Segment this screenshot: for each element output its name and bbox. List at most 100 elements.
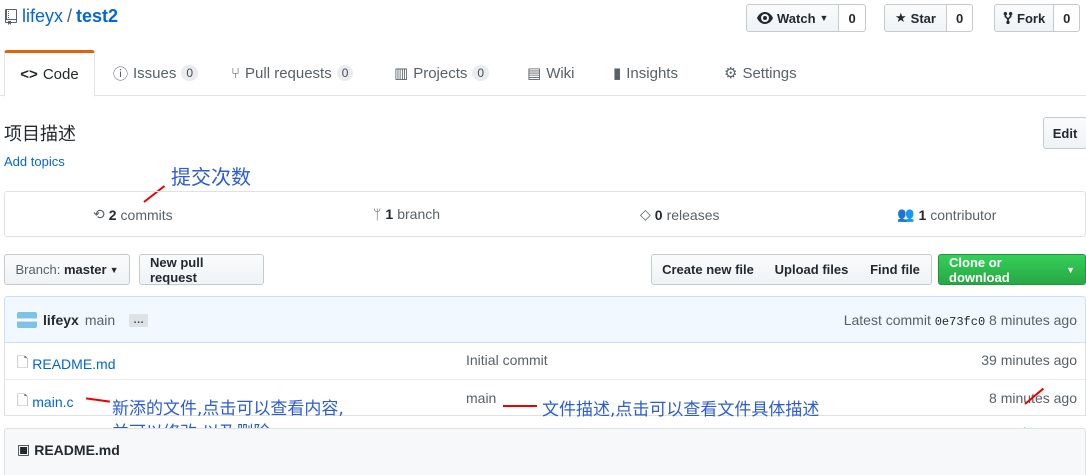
latest-commit-label: Latest commit [843,312,931,328]
branches-summary-link[interactable]: ᛘ 1 branch [373,206,440,222]
latest-commit-bar: lifeyx main … Latest commit 0e73fc0 8 mi… [4,296,1086,343]
annotation-file-line1: 新添的文件,点击可以查看内容, [112,399,344,419]
contributors-label: contributor [930,206,997,223]
caret-down-icon: ▼ [819,13,829,23]
tab-projects-label: Projects [413,64,468,82]
fork-group: Fork 0 [994,4,1081,32]
latest-commit-info: Latest commit 0e73fc0 8 minutes ago [844,312,1077,329]
repo-title: lifeyx / test2 [4,6,118,27]
star-button[interactable]: ★ Star [884,4,947,32]
tab-projects[interactable]: ▥ Projects 0 [394,50,490,96]
file-link[interactable]: README.md [32,356,115,372]
find-file-button[interactable]: Find file [859,254,932,285]
branch-name: master [63,262,107,277]
annotation-description: 文件描述,点击可以查看文件具体描述 [542,400,820,420]
repo-icon [5,8,17,25]
caret-down-icon: ▼ [1066,264,1075,275]
fork-count[interactable]: 0 [1054,4,1081,32]
project-icon: ▥ [394,65,409,82]
tab-settings[interactable]: ⚙ Settings [724,50,797,96]
commits-label: commits [120,206,173,223]
create-new-file-button[interactable]: Create new file [651,254,765,285]
latest-commit-age: 8 minutes ago [989,312,1077,328]
contributors-summary-link[interactable]: 👥 1 contributor [897,206,996,223]
branches-count: 1 [385,206,394,222]
annotation-commits: 提交次数 [171,165,251,189]
commits-count: 2 [108,206,117,223]
tab-wiki-label: Wiki [546,64,575,82]
fork-button[interactable]: Fork [994,4,1055,32]
releases-summary-link[interactable]: ◇ 0 releases [640,206,720,223]
gear-icon: ⚙ [724,65,738,82]
clone-download-button[interactable]: Clone or download ▼ [938,254,1086,285]
tab-pull-requests-label: Pull requests [245,64,332,82]
file-commit-message[interactable]: main [466,390,496,406]
tab-pull-requests[interactable]: ⑂ Pull requests 0 [231,50,354,96]
book-icon: ▤ [527,65,542,82]
tab-code[interactable]: <> Code [4,50,95,97]
new-pull-request-button[interactable]: New pull request [139,254,264,285]
tab-wiki[interactable]: ▤ Wiki [527,50,575,96]
repo-name-link[interactable]: test2 [76,6,118,27]
pull-request-icon: ⑂ [231,64,241,82]
repo-description: 项目描述 [4,124,76,144]
file-name-cell: 🗋 README.md [17,352,116,376]
star-count[interactable]: 0 [946,4,974,32]
commits-summary-link[interactable]: ⟲ 2 commits [93,206,173,223]
clone-label: Clone or download [949,254,1010,285]
tab-insights[interactable]: ▮ Insights [613,50,678,96]
people-icon: 👥 [897,206,915,222]
tag-icon: ◇ [640,206,651,222]
numbers-summary: ⟲ 2 commits ᛘ 1 branch ◇ 0 releases 👥 1 … [4,191,1086,237]
watch-button[interactable]: Watch ▼ [746,4,840,32]
file-commit-message[interactable]: Initial commit [466,352,548,368]
branch-select-button[interactable]: Branch: master ▼ [4,254,130,285]
branches-label: branch [397,206,441,222]
tab-issues-label: Issues [133,64,177,82]
issue-icon: ⓘ [113,65,129,83]
fork-label: Fork [1017,10,1046,26]
upload-files-button[interactable]: Upload files [764,254,860,285]
watch-count[interactable]: 0 [839,4,866,32]
book-icon: ▣ [17,441,31,457]
watch-label: Watch [777,10,816,26]
commit-sha-link[interactable]: 0e73fc0 [935,315,985,329]
repo-nav-tabs: <> Code ⓘ Issues 0 ⑂ Pull requests 0 ▥ P… [0,50,1086,97]
tab-pull-requests-count: 0 [336,65,354,81]
commit-author-block: lifeyx main … [17,312,149,328]
repo-owner-link[interactable]: lifeyx [22,6,63,27]
history-icon: ⟲ [93,206,105,222]
tab-issues[interactable]: ⓘ Issues 0 [113,50,199,96]
add-topics-link[interactable]: Add topics [4,154,65,169]
watch-group: Watch ▼ 0 [746,4,866,32]
tab-issues-count: 0 [181,65,199,81]
tab-code-label: Code [42,66,79,83]
graph-icon: ▮ [613,65,622,82]
releases-count: 0 [654,206,663,223]
file-age: 39 minutes ago [981,352,1077,368]
star-label: Star [910,10,936,26]
commit-author-link[interactable]: lifeyx [43,312,79,328]
table-row: 🗋 README.md Initial commit 39 minutes ag… [5,342,1085,379]
file-name-cell: 🗋 main.c [17,390,74,414]
tab-settings-label: Settings [742,64,797,82]
file-icon: 🗋 [17,354,29,370]
branch-icon: ᛘ [373,206,382,222]
avatar[interactable] [17,312,37,328]
readme-title: ▣ README.md [17,441,120,458]
commit-ellipsis-button[interactable]: … [129,313,149,327]
edit-description-button[interactable]: Edit [1043,117,1086,149]
readme-header: ▣ README.md [4,428,1086,475]
caret-down-icon: ▼ [109,264,119,275]
branch-prefix: Branch: [15,262,61,277]
contributors-count: 1 [918,206,927,223]
fork-icon [1003,11,1013,25]
commit-message-link[interactable]: main [85,312,115,328]
repo-separator: / [67,6,73,26]
tab-insights-label: Insights [626,64,678,82]
file-icon: 🗋 [17,392,29,408]
releases-label: releases [666,206,720,223]
file-link[interactable]: main.c [32,394,73,410]
star-group: ★ Star 0 [884,4,974,32]
readme-title-text: README.md [34,441,120,458]
